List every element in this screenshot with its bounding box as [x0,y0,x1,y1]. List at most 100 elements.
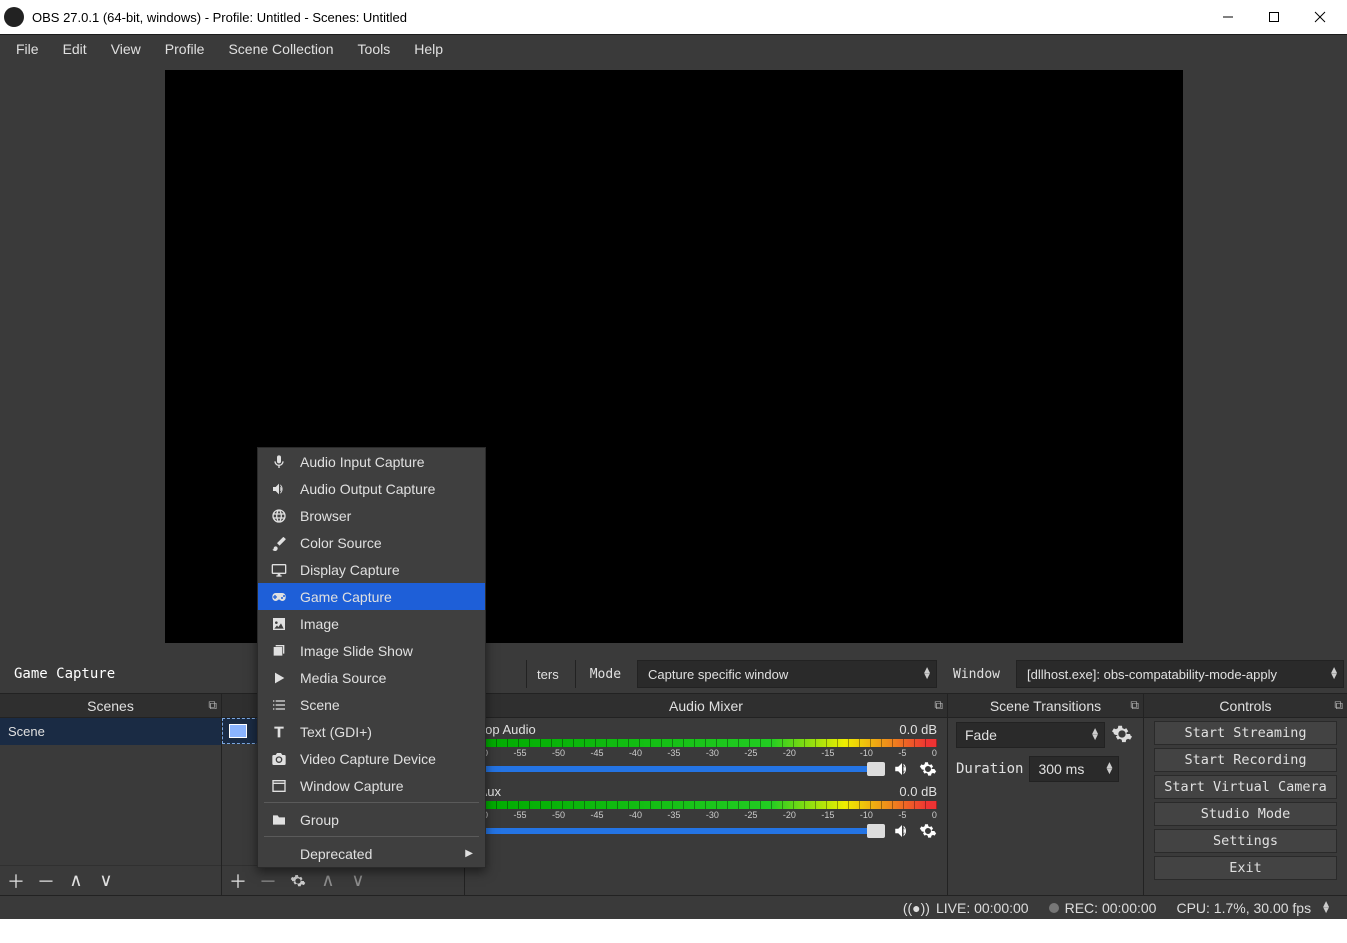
source-type-game-capture[interactable]: Game Capture [258,583,485,610]
window-close-button[interactable] [1297,0,1343,34]
scene-down-button[interactable]: ∨ [96,871,116,891]
dock-detach-icon[interactable]: ⧉ [1130,698,1139,713]
start-recording-button[interactable]: Start Recording [1154,748,1337,772]
source-type-scene[interactable]: Scene [258,691,485,718]
source-type-audio-output-capture[interactable]: Audio Output Capture [258,475,485,502]
source-type-deprecated-submenu[interactable]: Deprecated▶ [258,840,485,867]
menu-view[interactable]: View [99,37,153,61]
chevron-updown-icon: ▲▼ [1329,668,1339,680]
settings-button[interactable]: Settings [1154,829,1337,853]
speaker-icon[interactable] [893,760,911,778]
mic-icon [270,453,288,471]
window-icon [270,777,288,795]
text-icon [270,723,288,741]
menu-scene-collection[interactable]: Scene Collection [216,37,345,61]
duration-value: 300 ms [1038,761,1084,777]
studio-mode-button[interactable]: Studio Mode [1154,802,1337,826]
source-type-image-slide-show[interactable]: Image Slide Show [258,637,485,664]
source-type-media-source[interactable]: Media Source [258,664,485,691]
menu-help[interactable]: Help [402,37,455,61]
window-maximize-button[interactable] [1251,0,1297,34]
chevron-updown-icon: ▲▼ [922,668,932,680]
start-virtual-camera-button[interactable]: Start Virtual Camera [1154,775,1337,799]
context-separator [264,802,479,803]
context-item-label: Image Slide Show [300,643,413,659]
folder-icon [270,811,288,829]
gamepad-icon [229,724,247,738]
volume-slider[interactable] [475,766,885,772]
window-minimize-button[interactable] [1205,0,1251,34]
source-up-button[interactable]: ∧ [318,871,338,891]
audio-meter [475,739,937,747]
play-icon [270,669,288,687]
menu-edit[interactable]: Edit [51,37,99,61]
add-scene-button[interactable]: ＋ [6,871,26,891]
audio-ticks: -60-55-50-45-40-35-30-25-20-15-10-50 [475,748,937,758]
window-combo[interactable]: [dllhost.exe]: obs-compatability-mode-ap… [1016,660,1344,688]
start-streaming-button[interactable]: Start Streaming [1154,721,1337,745]
transition-combo[interactable]: Fade ▲▼ [956,722,1105,748]
list-icon [270,696,288,714]
window-titlebar: OBS 27.0.1 (64-bit, windows) - Profile: … [0,0,1347,34]
context-item-label: Text (GDI+) [300,724,372,740]
audio-meter [475,801,937,809]
broadcast-icon: ((●)) [903,900,930,916]
context-item-label: Audio Input Capture [300,454,425,470]
duration-spinbox[interactable]: 300 ms ▲▼ [1029,756,1119,782]
remove-source-button[interactable]: － [258,871,278,891]
source-properties-button[interactable] [288,871,308,891]
image-icon [270,615,288,633]
context-item-label: Window Capture [300,778,404,794]
speaker-icon [270,480,288,498]
scenes-title: Scenes [87,698,134,714]
menu-file[interactable]: File [4,37,51,61]
source-type-video-capture-device[interactable]: Video Capture Device [258,745,485,772]
source-type-audio-input-capture[interactable]: Audio Input Capture [258,448,485,475]
source-type-browser[interactable]: Browser [258,502,485,529]
transition-value: Fade [965,727,997,743]
remove-scene-button[interactable]: － [36,871,56,891]
brush-icon [270,534,288,552]
mixer-title: Audio Mixer [669,698,743,714]
dock-detach-icon[interactable]: ⧉ [1334,698,1343,713]
context-item-label: Audio Output Capture [300,481,435,497]
mode-combo[interactable]: Capture specific window ▲▼ [637,660,937,688]
transition-settings-button[interactable] [1111,723,1135,747]
context-item-label: Media Source [300,670,386,686]
context-item-label: Game Capture [300,589,392,605]
audio-ticks: -60-55-50-45-40-35-30-25-20-15-10-50 [475,810,937,820]
source-type-window-capture[interactable]: Window Capture [258,772,485,799]
context-item-label: Scene [300,697,340,713]
gear-icon[interactable] [919,760,937,778]
obs-app-icon [4,7,24,27]
source-down-button[interactable]: ∨ [348,871,368,891]
volume-slider[interactable] [475,828,885,834]
controls-header: Controls ⧉ [1144,694,1347,718]
speaker-icon[interactable] [893,822,911,840]
status-live: ((●)) LIVE: 00:00:00 [893,900,1039,916]
source-type-group[interactable]: Group [258,806,485,833]
window-field-label: Window [943,660,1010,688]
dock-detach-icon[interactable]: ⧉ [208,698,217,713]
dock-detach-icon[interactable]: ⧉ [934,698,943,713]
menu-profile[interactable]: Profile [153,37,217,61]
source-type-color-source[interactable]: Color Source [258,529,485,556]
context-item-label: Image [300,616,339,632]
source-label: Game Capture [0,666,129,682]
source-type-display-capture[interactable]: Display Capture [258,556,485,583]
gear-icon[interactable] [919,822,937,840]
exit-button[interactable]: Exit [1154,856,1337,880]
add-source-context-menu: Audio Input Capture Audio Output Capture B… [257,447,486,868]
menu-tools[interactable]: Tools [346,37,403,61]
mixer-track: ktop Audio 0.0 dB -60-55-50-45-40-35-30-… [465,718,947,780]
window-value: [dllhost.exe]: obs-compatability-mode-ap… [1027,667,1277,682]
scene-up-button[interactable]: ∧ [66,871,86,891]
transitions-title: Scene Transitions [990,698,1101,714]
context-item-label: Browser [300,508,351,524]
source-type-text-gdi-[interactable]: Text (GDI+) [258,718,485,745]
window-title: OBS 27.0.1 (64-bit, windows) - Profile: … [32,10,407,25]
add-source-button[interactable]: ＋ [228,871,248,891]
source-type-image[interactable]: Image [258,610,485,637]
filters-button[interactable]: ters [526,660,569,688]
scene-list-item[interactable]: Scene [0,718,221,745]
